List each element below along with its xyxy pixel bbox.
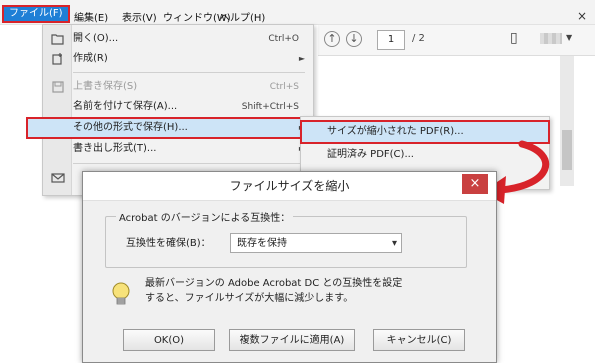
reduce-file-size-dialog: ファイルサイズを縮小 × Acrobat のバージョンによる互換性： 互換性を確…: [82, 171, 497, 363]
compatibility-select[interactable]: 既存を保持 ▾: [230, 233, 402, 253]
submenu-item-label: サイズが縮小された PDF(R)...: [327, 126, 464, 137]
select-value: 既存を保持: [237, 238, 287, 249]
menu-item-save-as-other[interactable]: その他の形式で保存(H)... ►: [26, 117, 330, 139]
menu-separator: [73, 72, 305, 73]
menu-item-label: 名前を付けて保存(A)...: [73, 101, 178, 112]
chevron-down-icon[interactable]: ▼: [566, 33, 572, 42]
group-label: Acrobat のバージョンによる互換性：: [116, 209, 294, 224]
menu-item-label: 書き出し形式(T)...: [73, 143, 157, 154]
cancel-button[interactable]: キャンセル(C): [373, 329, 465, 351]
page-number-input[interactable]: 1: [377, 30, 405, 50]
mail-icon: [51, 171, 65, 185]
navigation-toolbar: ↑ ↓ 1 / 2 ▯ ▼: [318, 25, 595, 56]
menu-item-label: その他の形式で保存(H)...: [73, 122, 188, 133]
device-icon[interactable]: ▯: [510, 30, 518, 46]
folder-open-icon: [51, 32, 65, 46]
menu-view[interactable]: 表示(V): [122, 9, 157, 24]
menu-item-label: 開く(O)...: [73, 33, 119, 44]
apply-multiple-button[interactable]: 複数ファイルに適用(A): [229, 329, 355, 351]
menu-item-save: 上書き保存(S) Ctrl+S: [43, 77, 313, 97]
close-icon[interactable]: ×: [462, 174, 488, 194]
menu-item-shortcut: Ctrl+O: [268, 34, 299, 44]
info-line: 最新バージョンの Adobe Acrobat DC との互換性を設定: [145, 278, 403, 289]
chevron-down-icon: ▾: [391, 238, 397, 249]
dialog-title: ファイルサイズを縮小: [83, 172, 496, 201]
menu-item-label: 上書き保存(S): [73, 81, 138, 92]
window-close-icon[interactable]: ×: [577, 9, 587, 23]
menu-item-label: 作成(R): [73, 53, 108, 64]
lightbulb-icon: [112, 282, 130, 305]
menu-help[interactable]: ヘルプ(H): [220, 9, 265, 24]
menu-item-export[interactable]: 書き出し形式(T)... ►: [43, 139, 313, 159]
page-up-icon[interactable]: ↑: [324, 31, 340, 47]
menu-file[interactable]: ファイル(F): [2, 5, 70, 23]
info-line: すると、ファイルサイズが大幅に減少します。: [145, 293, 354, 304]
submenu-arrow-icon: ►: [298, 54, 305, 63]
submenu-item-label: 証明済み PDF(C)...: [327, 149, 414, 160]
info-text: 最新バージョンの Adobe Acrobat DC との互換性を設定 すると、フ…: [145, 276, 445, 306]
menu-separator: [73, 163, 305, 164]
menu-item-save-as[interactable]: 名前を付けて保存(A)... Shift+Ctrl+S: [43, 97, 313, 117]
menu-edit[interactable]: 編集(E): [74, 9, 108, 24]
create-icon: [51, 52, 65, 66]
menu-bar: ファイル(F) 編集(E) 表示(V) ウィンドウ(W) ヘルプ(H) ×: [0, 5, 595, 25]
scrollbar-thumb[interactable]: [562, 130, 572, 170]
menu-item-shortcut: Shift+Ctrl+S: [241, 102, 299, 112]
menu-item-shortcut: Ctrl+S: [269, 82, 299, 92]
menu-item-open[interactable]: 開く(O)... Ctrl+O: [43, 29, 313, 49]
page-down-icon[interactable]: ↓: [346, 31, 362, 47]
compat-label: 互換性を確保(B)：: [126, 238, 211, 249]
compatibility-group: Acrobat のバージョンによる互換性： 互換性を確保(B)： 既存を保持 ▾: [105, 209, 467, 268]
menu-item-create[interactable]: 作成(R) ►: [43, 49, 313, 69]
user-avatar[interactable]: [540, 33, 562, 44]
page-total: / 2: [412, 33, 425, 44]
save-icon: [51, 80, 65, 94]
ok-button[interactable]: OK(O): [123, 329, 215, 351]
